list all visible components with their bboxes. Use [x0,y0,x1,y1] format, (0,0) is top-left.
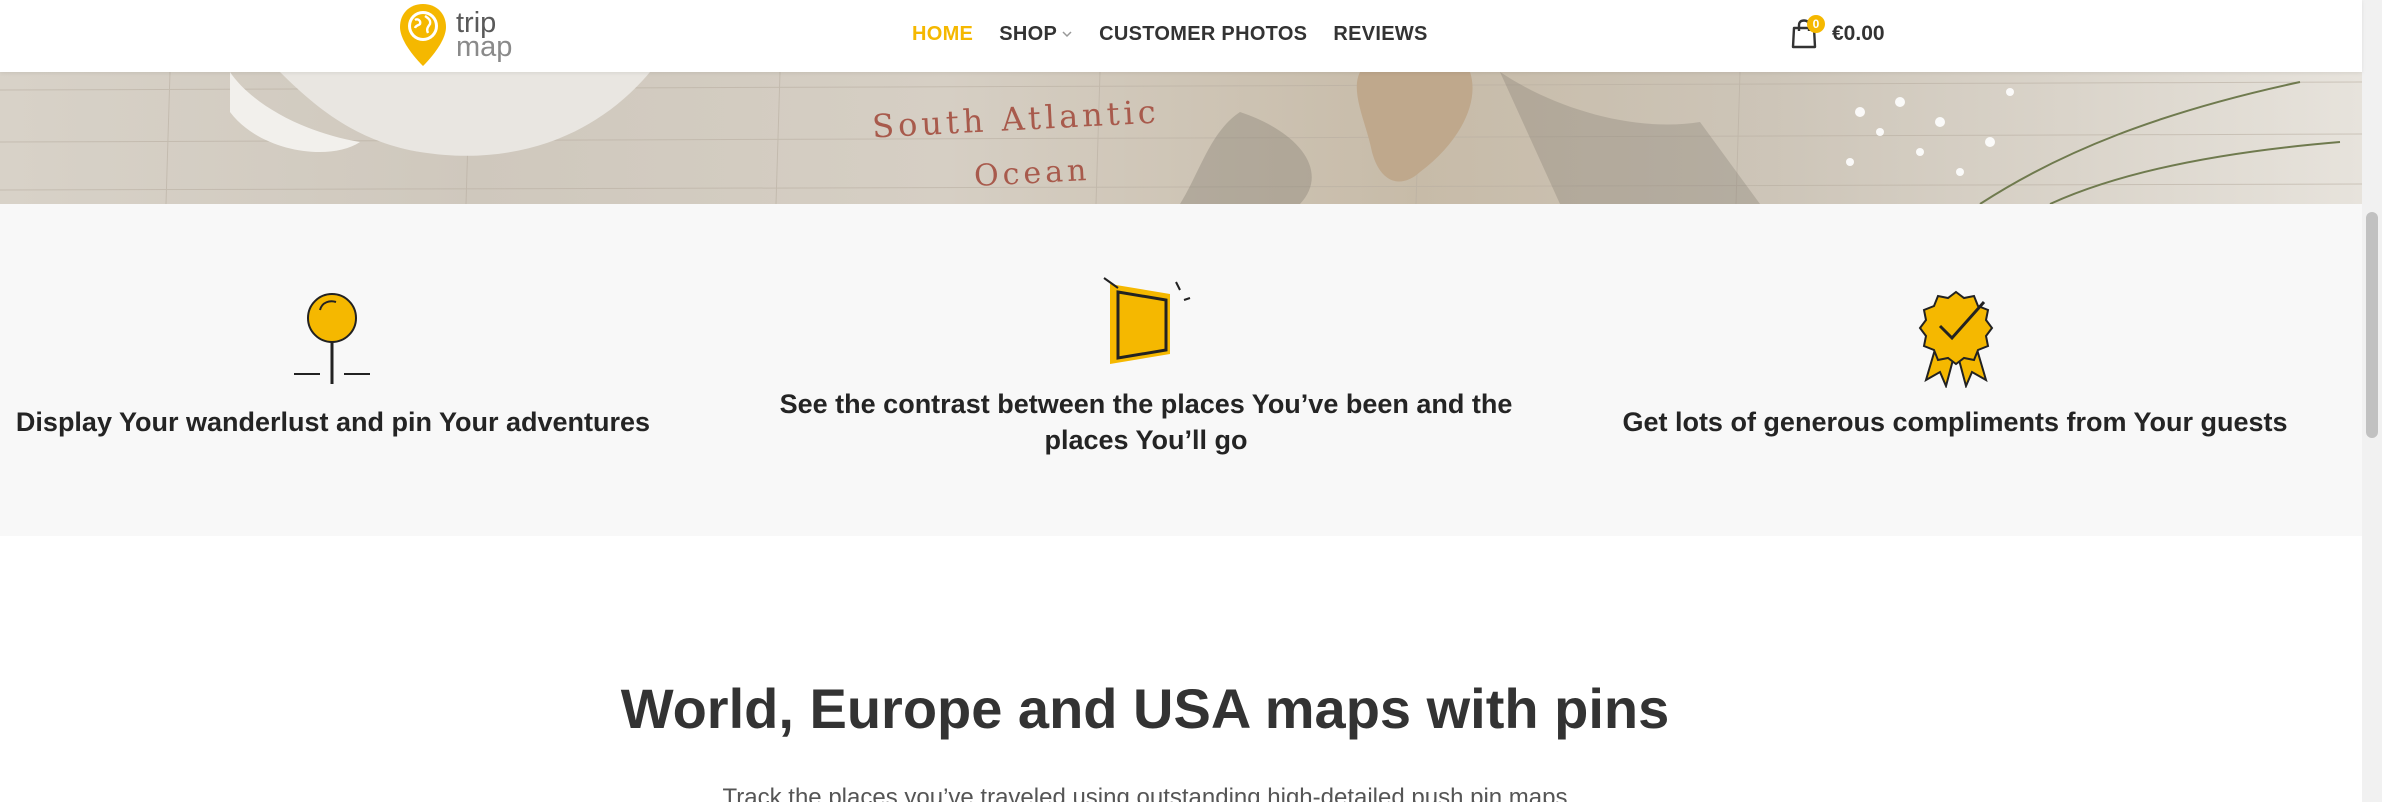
scrollbar-thumb[interactable] [2366,212,2378,438]
map-frame-icon [1103,277,1191,364]
main-nav: HOME SHOP CUSTOMER PHOTOS REVIEWS [912,0,1428,68]
cart-count-badge: 0 [1807,15,1825,33]
feature-title: See the contrast between the places You’… [766,386,1526,458]
award-badge-icon [1918,290,1994,388]
section-heading: World, Europe and USA maps with pins [620,677,1670,740]
nav-shop-label: SHOP [999,22,1058,45]
page: trip map HOME SHOP CUSTOMER PHOTOS REVIE… [0,0,2382,802]
nav-shop[interactable]: SHOP [999,23,1073,46]
logo-text-map: map [456,31,513,63]
feature-title-line-2: places You’ll go [1044,425,1248,455]
feature-title: Get lots of generous compliments from Yo… [1622,407,2288,437]
cart-total: €0.00 [1832,22,1885,45]
site-header: trip map HOME SHOP CUSTOMER PHOTOS REVIE… [0,0,2362,72]
features-section: Display Your wanderlust and pin Your adv… [0,204,2362,536]
feature-title-line-1: See the contrast between the places You’… [779,389,1513,419]
hero-banner-image: South Atlantic Ocean [0,72,2362,204]
nav-home[interactable]: HOME [912,23,973,46]
map-photo-illustration [0,72,2362,204]
trip-map-logo[interactable]: trip map [398,2,518,68]
shopping-bag-icon: 0 [1790,15,1825,49]
nav-reviews[interactable]: REVIEWS [1333,23,1427,46]
chevron-down-icon [1062,31,1072,38]
page-scrollbar[interactable] [2362,0,2382,802]
globe-pin-logo-icon [400,4,446,66]
section-subtext: Track the places you’ve traveled using o… [722,784,1568,802]
map-label-ocean: Ocean [973,152,1092,195]
map-pin-icon [294,293,370,384]
cart-button[interactable]: 0 €0.00 [1790,0,1885,68]
feature-title: Display Your wanderlust and pin Your adv… [15,407,651,437]
nav-customer-photos[interactable]: CUSTOMER PHOTOS [1099,23,1307,46]
